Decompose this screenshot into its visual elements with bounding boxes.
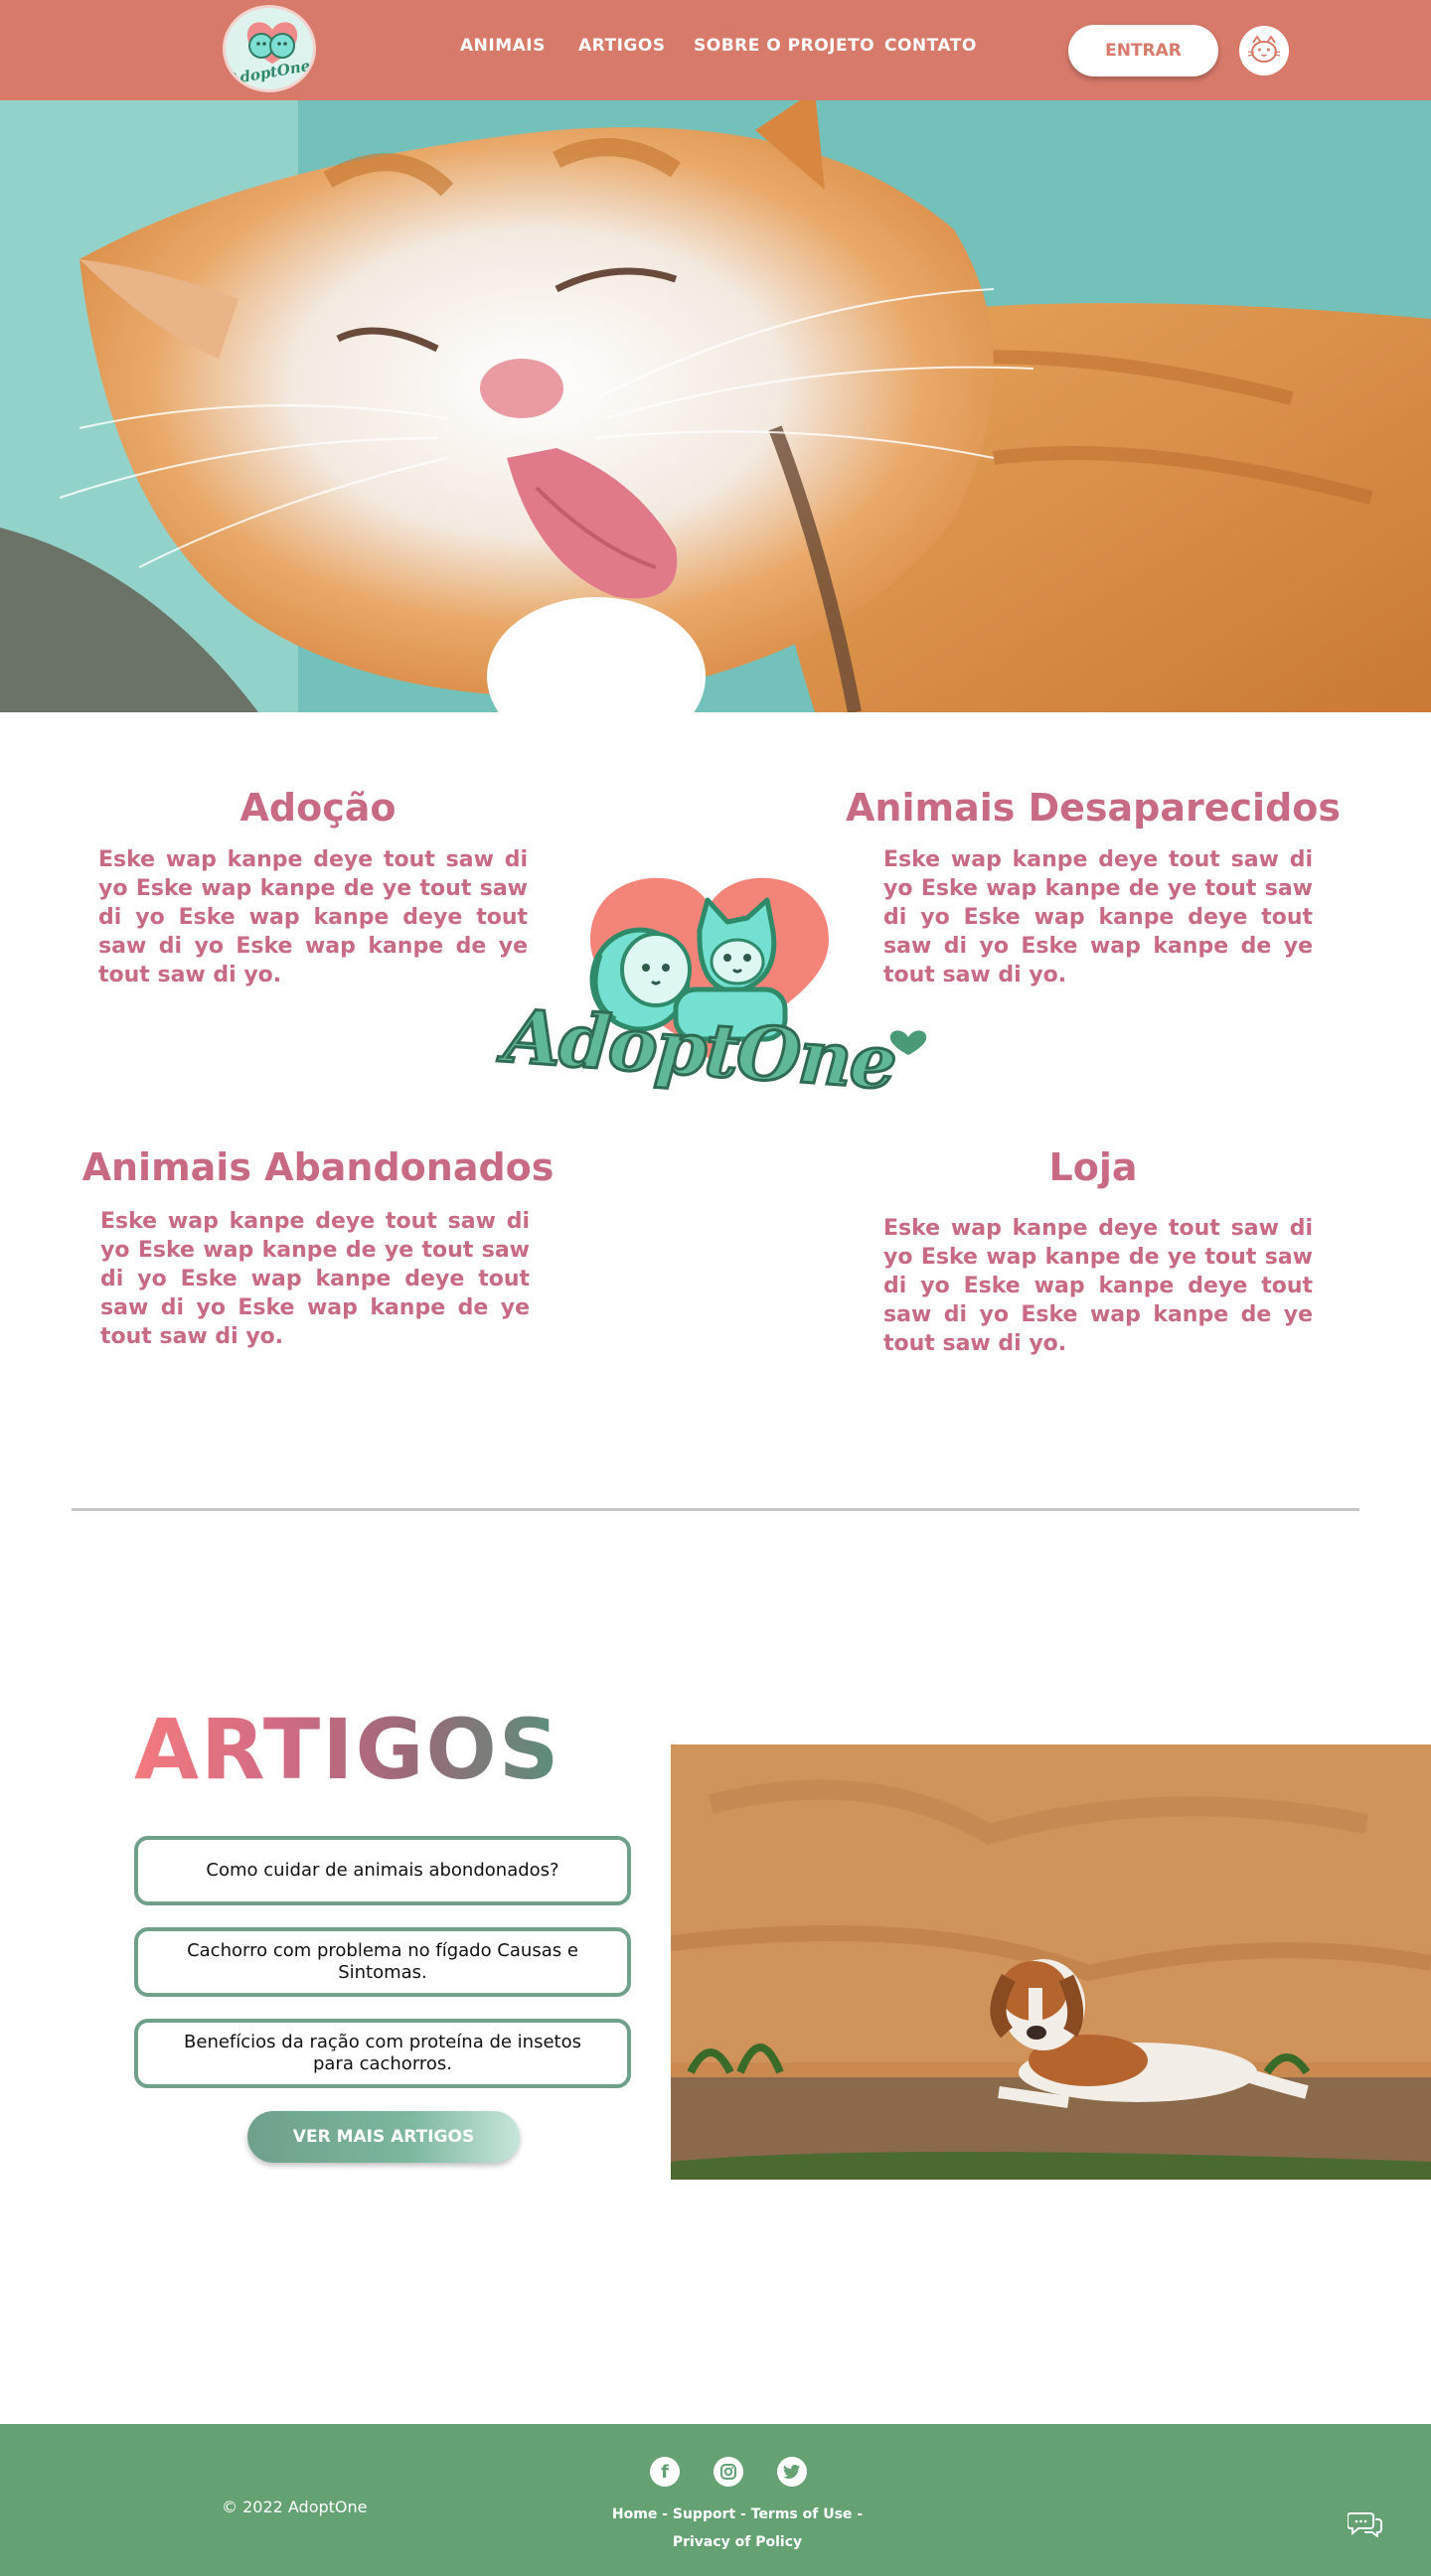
twitter-icon[interactable] — [777, 2457, 807, 2487]
feature-text-loja: Eske wap kanpe deye tout saw di yo Eske … — [883, 1216, 1313, 1356]
header-logo[interactable]: AdoptOne — [223, 5, 316, 92]
login-button[interactable]: ENTRAR — [1068, 25, 1218, 76]
cat-avatar-icon[interactable] — [1239, 26, 1289, 76]
footer-link-terms[interactable]: Terms of Use — [751, 2506, 853, 2522]
feature-title-adocao: Adoção — [239, 786, 397, 830]
artigos-title: ARTIGOS — [134, 1701, 560, 1798]
nav-animais[interactable]: ANIMAIS — [460, 36, 546, 56]
instagram-icon[interactable] — [714, 2457, 743, 2487]
copyright: © 2022 AdoptOne — [222, 2498, 368, 2516]
feature-title-loja: Loja — [1048, 1145, 1138, 1189]
article-link-1[interactable]: Como cuidar de animais abondonados? — [134, 1836, 631, 1905]
ver-mais-artigos-button[interactable]: VER MAIS ARTIGOS — [247, 2111, 520, 2163]
feature-text-adocao: Eske wap kanpe deye tout saw di yo Eske … — [98, 847, 528, 987]
article-link-3[interactable]: Benefícios da ração com proteína de inse… — [134, 2019, 631, 2088]
facebook-icon[interactable]: f — [650, 2457, 680, 2487]
hero-cat-image — [0, 100, 1431, 712]
footer-link-privacy[interactable]: Privacy of Policy — [673, 2534, 802, 2550]
feature-title-animais-desaparecidos: Animais Desaparecidos — [845, 786, 1341, 830]
footer-links: Home - Support - Terms of Use - Privacy … — [611, 2506, 864, 2550]
footer-link-support[interactable]: Support — [673, 2506, 735, 2522]
feature-text-animais-abandonados: Eske wap kanpe deye tout saw di yo Eske … — [100, 1209, 530, 1349]
article-link-2[interactable]: Cachorro com problema no fígado Causas e… — [134, 1927, 631, 1997]
footer-link-home[interactable]: Home — [612, 2506, 657, 2522]
nav-artigos[interactable]: ARTIGOS — [578, 36, 666, 56]
artigos-title-text: ARTIGOS — [134, 1701, 561, 1798]
feature-text-animais-desaparecidos: Eske wap kanpe deye tout saw di yo Eske … — [883, 847, 1313, 987]
section-divider — [72, 1508, 1359, 1511]
nav-contato[interactable]: CONTATO — [884, 36, 977, 56]
chat-icon[interactable] — [1347, 2509, 1383, 2539]
center-logo: AdoptOne — [481, 860, 938, 1129]
dog-photo — [671, 1744, 1431, 2180]
feature-title-animais-abandonados: Animais Abandonados — [81, 1145, 555, 1189]
nav-sobre-o-projeto[interactable]: SOBRE O PROJETO — [694, 36, 874, 56]
